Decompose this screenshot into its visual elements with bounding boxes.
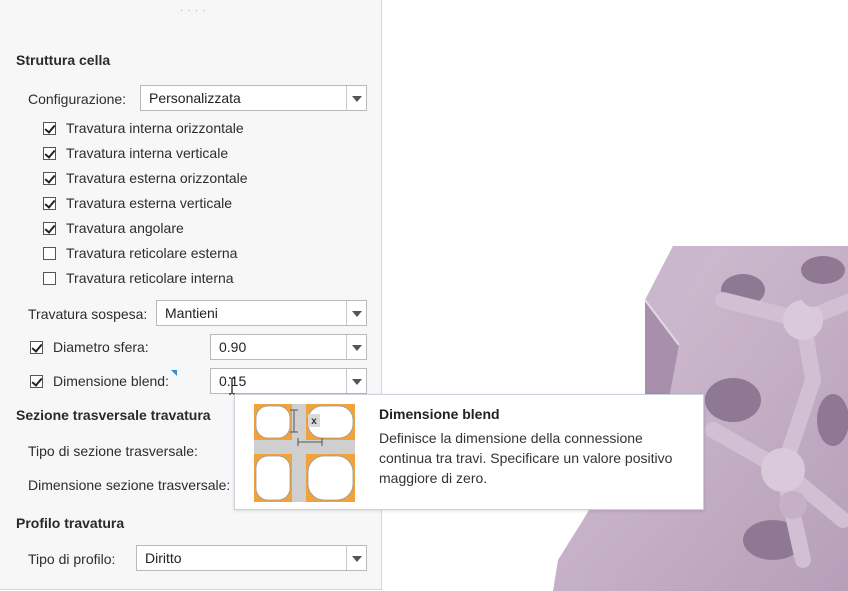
configuration-dropdown[interactable]: Personalizzata bbox=[140, 85, 367, 111]
truss-checkbox-2[interactable] bbox=[43, 171, 56, 185]
blend-size-label: Dimensione blend: bbox=[53, 373, 169, 389]
chevron-down-icon[interactable] bbox=[346, 301, 366, 325]
suspended-truss-value: Mantieni bbox=[165, 305, 218, 321]
sphere-diameter-combo[interactable]: 0.90 bbox=[210, 334, 367, 360]
blend-diagram-label: x bbox=[311, 416, 317, 427]
truss-checkbox-1[interactable] bbox=[43, 146, 56, 160]
truss-label-2: Travatura esterna orizzontale bbox=[66, 170, 248, 186]
truss-checkbox-4[interactable] bbox=[43, 221, 56, 235]
cross-section-size-label: Dimensione sezione trasversale: bbox=[28, 477, 231, 493]
tooltip-title: Dimensione blend bbox=[379, 406, 500, 422]
truss-label-3: Travatura esterna verticale bbox=[66, 195, 232, 211]
section-profile: Profilo travatura bbox=[16, 515, 125, 531]
suspended-truss-dropdown[interactable]: Mantieni bbox=[156, 300, 367, 326]
profile-type-value: Diritto bbox=[145, 550, 182, 566]
truss-option-6[interactable]: Travatura reticolare interna bbox=[43, 268, 234, 288]
configuration-label: Configurazione: bbox=[28, 91, 127, 107]
sphere-diameter-option[interactable]: Diametro sfera: bbox=[30, 337, 149, 357]
truss-option-2[interactable]: Travatura esterna orizzontale bbox=[43, 168, 248, 188]
configuration-value: Personalizzata bbox=[149, 90, 241, 106]
sphere-diameter-value[interactable]: 0.90 bbox=[219, 339, 246, 355]
truss-label-0: Travatura interna orizzontale bbox=[66, 120, 244, 136]
sphere-diameter-checkbox[interactable] bbox=[30, 340, 43, 354]
cross-section-type-label: Tipo di sezione trasversale: bbox=[28, 443, 198, 459]
section-cell-structure: Struttura cella bbox=[16, 52, 111, 68]
truss-option-5[interactable]: Travatura reticolare esterna bbox=[43, 243, 237, 263]
truss-option-1[interactable]: Travatura interna verticale bbox=[43, 143, 228, 163]
chevron-down-icon[interactable] bbox=[346, 335, 366, 359]
text-cursor-icon bbox=[229, 377, 235, 395]
chevron-down-icon[interactable] bbox=[346, 86, 366, 110]
section-cross-section: Sezione trasversale travatura bbox=[16, 407, 211, 423]
truss-checkbox-3[interactable] bbox=[43, 196, 56, 210]
sphere-diameter-label: Diametro sfera: bbox=[53, 339, 149, 355]
blend-diagram-icon: x bbox=[254, 404, 355, 502]
blend-size-option[interactable]: Dimensione blend: bbox=[30, 371, 169, 391]
truss-checkbox-0[interactable] bbox=[43, 121, 56, 135]
panel-grip-handle[interactable]: · · · · bbox=[180, 6, 207, 15]
truss-label-4: Travatura angolare bbox=[66, 220, 184, 236]
truss-checkbox-5[interactable] bbox=[43, 246, 56, 260]
truss-option-3[interactable]: Travatura esterna verticale bbox=[43, 193, 232, 213]
truss-label-6: Travatura reticolare interna bbox=[66, 270, 234, 286]
profile-type-dropdown[interactable]: Diritto bbox=[136, 545, 367, 571]
truss-option-4[interactable]: Travatura angolare bbox=[43, 218, 184, 238]
blend-size-checkbox[interactable] bbox=[30, 374, 43, 388]
profile-type-label: Tipo di profilo: bbox=[28, 551, 116, 567]
chevron-down-icon[interactable] bbox=[346, 369, 366, 393]
truss-checkbox-6[interactable] bbox=[43, 271, 56, 285]
truss-label-1: Travatura interna verticale bbox=[66, 145, 229, 161]
blend-size-tooltip: x Dimensione blend Definisce la dimensio… bbox=[234, 394, 704, 510]
suspended-truss-label: Travatura sospesa: bbox=[28, 306, 148, 322]
tooltip-indicator-icon bbox=[171, 370, 177, 376]
tooltip-description: Definisce la dimensione della connession… bbox=[379, 430, 673, 486]
truss-label-5: Travatura reticolare esterna bbox=[66, 245, 238, 261]
truss-option-0[interactable]: Travatura interna orizzontale bbox=[43, 118, 244, 138]
chevron-down-icon[interactable] bbox=[346, 546, 366, 570]
